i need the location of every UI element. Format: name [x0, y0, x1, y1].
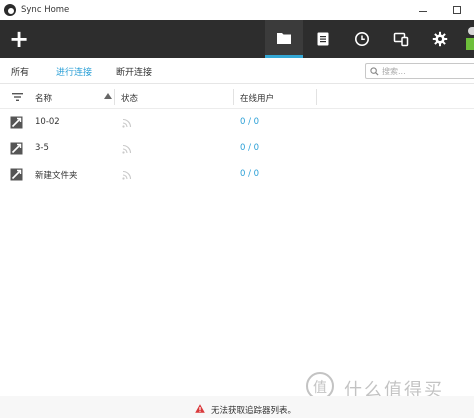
search-input[interactable]: [382, 66, 462, 76]
clock-icon: [355, 32, 369, 46]
table-header: 名称 状态 在线用户: [0, 85, 474, 109]
user-status-badge[interactable]: [466, 24, 474, 54]
connection-status-icon: [122, 170, 132, 180]
synced-folder-icon: [10, 168, 23, 181]
window-title: Sync Home: [21, 5, 70, 15]
folder-name: 10-02: [35, 117, 60, 127]
filter-bar: 所有 进行连接 断开连接: [0, 58, 474, 84]
status-bar: 无法获取追踪器列表。: [0, 396, 474, 418]
document-icon: [317, 32, 329, 46]
title-bar: Sync Home: [0, 0, 474, 20]
badge-top: [468, 27, 474, 35]
filter-tab-disconnected[interactable]: 断开连接: [116, 65, 152, 78]
table-row[interactable]: 10-02 0 / 0: [0, 110, 474, 136]
tab-history[interactable]: [304, 20, 342, 58]
minimize-icon: [419, 10, 427, 12]
column-separator[interactable]: [316, 89, 317, 105]
online-users-count[interactable]: 0 / 0: [240, 117, 259, 127]
tab-devices[interactable]: [382, 20, 420, 58]
tab-recent[interactable]: [343, 20, 381, 58]
table-row[interactable]: 3-5 0 / 0: [0, 136, 474, 162]
main-toolbar: +: [0, 20, 474, 58]
filter-tab-connected[interactable]: 进行连接: [56, 65, 92, 78]
add-folder-button[interactable]: +: [0, 20, 38, 58]
sync-logo-icon: [4, 4, 16, 16]
gear-icon: [432, 31, 448, 47]
minimize-button[interactable]: [406, 0, 440, 20]
folder-name: 新建文件夹: [35, 171, 78, 181]
column-header-name[interactable]: 名称: [35, 92, 52, 104]
warning-icon: [195, 404, 205, 413]
column-header-status[interactable]: 状态: [121, 92, 138, 104]
tab-folders[interactable]: [265, 20, 303, 58]
maximize-button[interactable]: [440, 0, 474, 20]
column-header-online-users[interactable]: 在线用户: [240, 92, 274, 104]
app-window: Sync Home + 所有 进行连接 断开连接 搜索... 名称 状态 在线用…: [0, 0, 474, 418]
filter-tab-all[interactable]: 所有: [11, 65, 29, 78]
column-separator[interactable]: [114, 89, 115, 105]
table-row[interactable]: 新建文件夹 0 / 0: [0, 162, 474, 188]
connection-status-icon: [122, 118, 132, 128]
folder-name: 3-5: [35, 143, 49, 153]
window-controls: [406, 0, 474, 20]
online-users-count[interactable]: 0 / 0: [240, 143, 259, 153]
search-box[interactable]: [365, 63, 474, 79]
tab-settings[interactable]: [421, 20, 459, 58]
filter-list-icon[interactable]: [12, 92, 23, 102]
synced-folder-icon: [10, 142, 23, 155]
folder-icon: [277, 32, 291, 44]
status-message: 无法获取追踪器列表。: [211, 406, 297, 416]
devices-icon: [393, 32, 409, 47]
column-separator[interactable]: [233, 89, 234, 105]
search-icon: [370, 66, 379, 76]
synced-folder-icon: [10, 116, 23, 129]
online-users-count[interactable]: 0 / 0: [240, 169, 259, 179]
connection-status-icon: [122, 144, 132, 154]
badge-online-indicator: [466, 38, 474, 50]
maximize-icon: [453, 6, 461, 14]
sort-ascending-icon[interactable]: [104, 93, 112, 99]
